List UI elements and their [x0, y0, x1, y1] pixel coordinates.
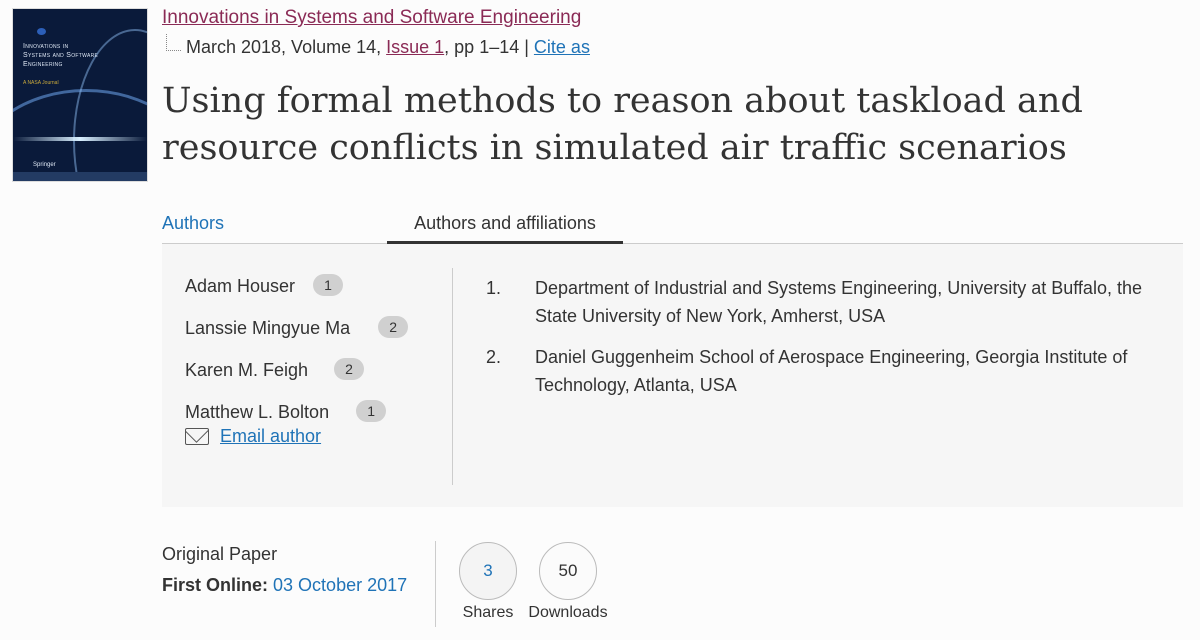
meta-date-volume: March 2018, Volume 14,: [186, 37, 387, 57]
author-name[interactable]: Matthew L. Bolton: [185, 400, 329, 424]
divider: [452, 268, 453, 485]
affiliation-badge[interactable]: 1: [313, 274, 344, 296]
paper-type: Original Paper: [162, 544, 278, 564]
author-item: Adam Houser 1: [185, 274, 408, 316]
affiliation-badge[interactable]: 2: [334, 358, 365, 380]
journal-link[interactable]: Innovations in Systems and Software Engi…: [162, 7, 581, 29]
email-author-link[interactable]: Email author: [220, 426, 321, 447]
affiliation-number: 2.: [486, 347, 502, 367]
affiliation-badge[interactable]: 2: [378, 316, 409, 338]
springer-logo: Springer: [33, 162, 56, 168]
article-title-line: resource conflicts in simulated air traf…: [162, 128, 1067, 168]
affiliation-number: 1.: [486, 278, 502, 298]
nasa-logo-icon: [37, 28, 46, 35]
cover-title-line: Innovations in: [23, 43, 69, 50]
affiliation-item: 1. Department of Industrial and Systems …: [486, 274, 1146, 330]
shares-count[interactable]: 3: [459, 542, 517, 600]
cover-light-beam: [13, 137, 147, 141]
affiliation-text: Daniel Guggenheim School of Aerospace En…: [535, 347, 1128, 395]
cover-title-line: Engineering: [23, 61, 63, 68]
envelope-icon: [185, 428, 209, 445]
shares-label: Shares: [462, 604, 514, 621]
cite-as-link[interactable]: Cite as: [534, 37, 590, 58]
article-title-line: Using formal methods to reason about tas…: [162, 81, 1083, 121]
shares-metric[interactable]: 3 Shares: [448, 542, 528, 622]
downloads-label: Downloads: [528, 604, 608, 621]
publication-meta: March 2018, Volume 14, Issue 1 , pp 1–14…: [166, 34, 590, 58]
tab-authors-and-affiliations[interactable]: Authors and affiliations: [387, 208, 623, 244]
email-author-row: Email author: [185, 426, 408, 447]
author-tabs: Authors Authors and affiliations: [162, 208, 1183, 244]
first-online-label: First Online:: [162, 575, 269, 595]
meta-pages: , pp 1–14 |: [444, 37, 534, 57]
issue-link[interactable]: Issue 1: [386, 37, 444, 58]
downloads-metric: 50 Downloads: [528, 542, 608, 622]
author-name[interactable]: Adam Houser: [185, 274, 295, 298]
first-online-date: 03 October 2017: [273, 575, 408, 595]
tab-authors[interactable]: Authors: [162, 213, 224, 234]
author-name[interactable]: Lanssie Mingyue Ma: [185, 316, 350, 340]
authors-affiliations-panel: Adam Houser 1 Lanssie Mingyue Ma 2 Karen…: [162, 244, 1183, 507]
cover-title: Innovations in Systems and Software Engi…: [23, 42, 98, 69]
author-list: Adam Houser 1 Lanssie Mingyue Ma 2 Karen…: [185, 274, 409, 447]
affiliation-list: 1. Department of Industrial and Systems …: [486, 274, 1146, 412]
first-online: First Online: 03 October 2017: [162, 575, 407, 596]
downloads-count: 50: [539, 542, 597, 600]
cover-subtitle: A NASA Journal: [23, 80, 59, 86]
divider: [435, 541, 436, 627]
cover-footer-bar: [13, 172, 147, 181]
article-title: Using formal methods to reason about tas…: [162, 78, 1162, 172]
author-item: Karen M. Feigh 2: [185, 358, 408, 400]
cover-title-line: Systems and Software: [23, 52, 99, 59]
affiliation-item: 2. Daniel Guggenheim School of Aerospace…: [486, 343, 1146, 399]
journal-cover-image[interactable]: Innovations in Systems and Software Engi…: [13, 9, 147, 181]
tree-connector-icon: [166, 34, 181, 51]
author-name[interactable]: Karen M. Feigh: [185, 358, 308, 382]
author-item: Lanssie Mingyue Ma 2: [185, 316, 409, 358]
affiliation-text: Department of Industrial and Systems Eng…: [535, 278, 1142, 326]
affiliation-badge[interactable]: 1: [356, 400, 387, 422]
